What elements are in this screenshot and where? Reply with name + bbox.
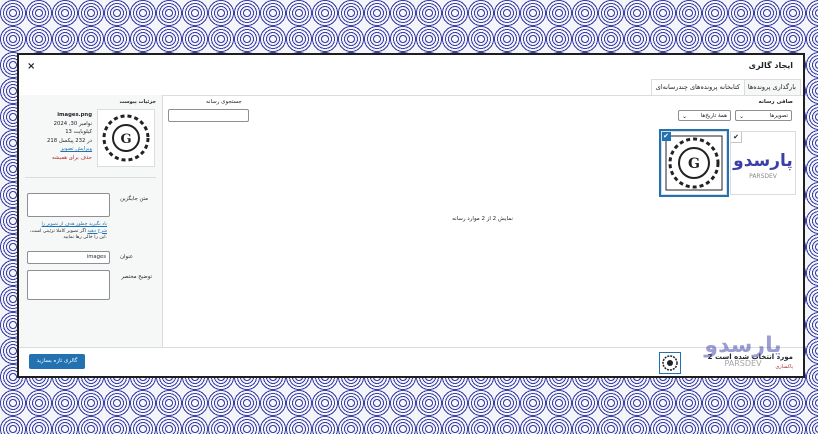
wordpress-pattern-icon [662, 355, 678, 371]
selection-thumb[interactable] [659, 352, 681, 374]
check-icon[interactable]: ✔ [662, 132, 671, 141]
tab-media-library[interactable]: کتابخانه پرونده‌های چندرسانه‌ای [650, 79, 745, 95]
details-heading: جزئیات پیوست [119, 99, 156, 105]
caption-field[interactable] [27, 270, 110, 300]
watermark-sub: PARSDEV [724, 359, 762, 368]
media-toolbar: گالری تازه بسازید 2 مورد انتخاب شده است … [19, 347, 803, 376]
date-filter-select[interactable]: ⌄ همهٔ تاریخ‌ها [678, 110, 731, 121]
tab-upload[interactable]: بارگذاری پرونده‌ها [742, 79, 801, 95]
logo-sub: PARSDEV [749, 173, 778, 180]
wordpress-pattern-icon: G [102, 114, 150, 162]
check-icon[interactable]: ✔ [731, 132, 742, 143]
attachment-thumb-selected[interactable]: ✔ G [659, 129, 729, 197]
describe-purpose-link[interactable]: شرح دهید [88, 229, 107, 234]
media-count: نمایش 2 از 2 موارد رسانه [452, 216, 513, 222]
file-size: 13 کیلوبایت [65, 129, 92, 135]
alt-text-field[interactable] [27, 193, 110, 217]
attachment-thumb[interactable]: ✔ پارسدو PARSDEV [730, 131, 796, 195]
alt-help-link[interactable]: یاد بگیرید چطور هدف از تصویر را [42, 222, 107, 227]
chevron-down-icon: ⌄ [682, 113, 688, 120]
watermark-text: پارسدو [703, 333, 781, 358]
alt-text-label: متن جایگزین [120, 196, 148, 202]
tab-bar: بارگذاری پرونده‌ها کتابخانه پرونده‌های چ… [19, 77, 803, 96]
logo-text: پارسدو [732, 151, 793, 171]
edit-image-link[interactable]: ویرایش تصویر [24, 145, 92, 154]
svg-text:G: G [120, 132, 131, 147]
details-thumbnail: G [97, 109, 155, 167]
title-label: عنوان [120, 254, 133, 260]
delete-permanently-link[interactable]: حذف برای همیشه [24, 154, 92, 163]
file-name: images.png [57, 112, 92, 118]
file-date: نوامبر 30, 2024 [53, 120, 92, 127]
details-meta: images.png نوامبر 30, 2024 13 کیلوبایت 2… [24, 111, 92, 162]
type-filter-select[interactable]: ⌄ تصویرها [735, 110, 792, 121]
media-library-panel: صافی رسانه ⌄ تصویرها ⌄ همهٔ تاریخ‌ها جست… [162, 95, 803, 348]
search-label: جستجوی رسانه [206, 99, 242, 105]
file-dimensions: 218 در 232 پیکسل [47, 137, 92, 144]
modal-title: ایجاد گالری [748, 61, 793, 70]
alt-help: یاد بگیرید چطور هدف از تصویر را شرح دهید… [30, 222, 107, 240]
media-modal: × ایجاد گالری بارگذاری پرونده‌ها کتابخان… [17, 53, 805, 378]
search-input[interactable] [168, 109, 249, 122]
title-field[interactable]: images [27, 251, 110, 264]
media-filter-title: صافی رسانه [758, 99, 793, 105]
wordpress-pattern-icon: G [665, 135, 723, 191]
caption-label: توضیح مختصر [121, 274, 152, 280]
close-icon[interactable]: × [27, 61, 35, 72]
logo-letter: G [688, 156, 700, 172]
divider [25, 177, 156, 178]
create-gallery-button[interactable]: گالری تازه بسازید [29, 354, 85, 369]
chevron-down-icon: ⌄ [739, 113, 745, 120]
attachment-details: جزئیات پیوست G images.png نوامبر 30, 202… [19, 95, 163, 348]
parsdev-watermark: پارسدو PARSDEV [703, 333, 781, 368]
